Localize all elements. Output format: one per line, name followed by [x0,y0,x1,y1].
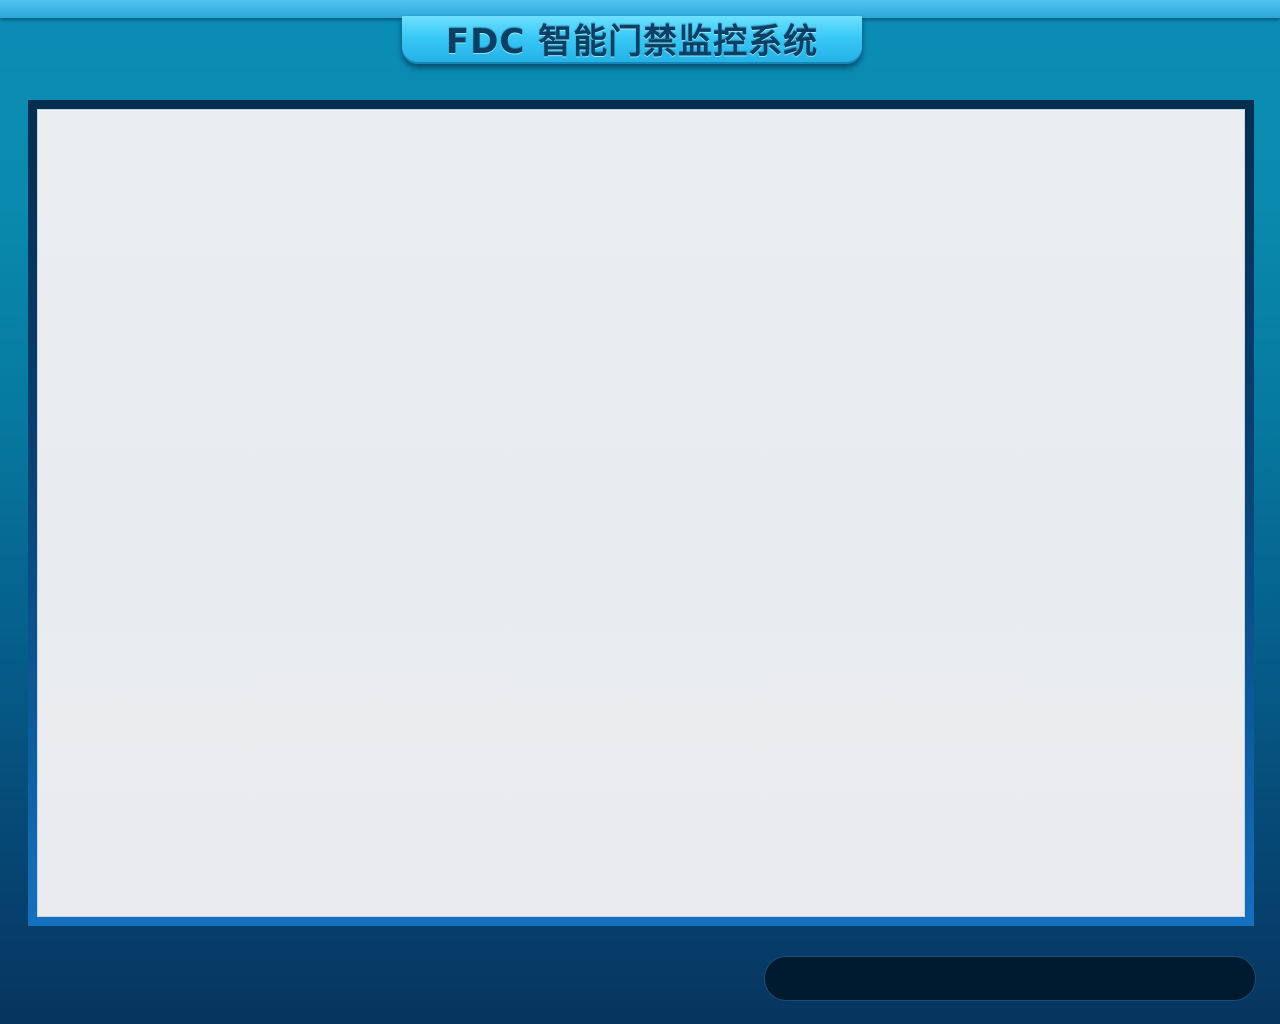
main-content-panel [37,109,1245,917]
status-bar [764,956,1256,1001]
main-content-frame [28,100,1254,926]
title-banner: FDC 智能门禁监控系统 [402,16,862,64]
app-title: FDC 智能门禁监控系统 [445,21,819,62]
